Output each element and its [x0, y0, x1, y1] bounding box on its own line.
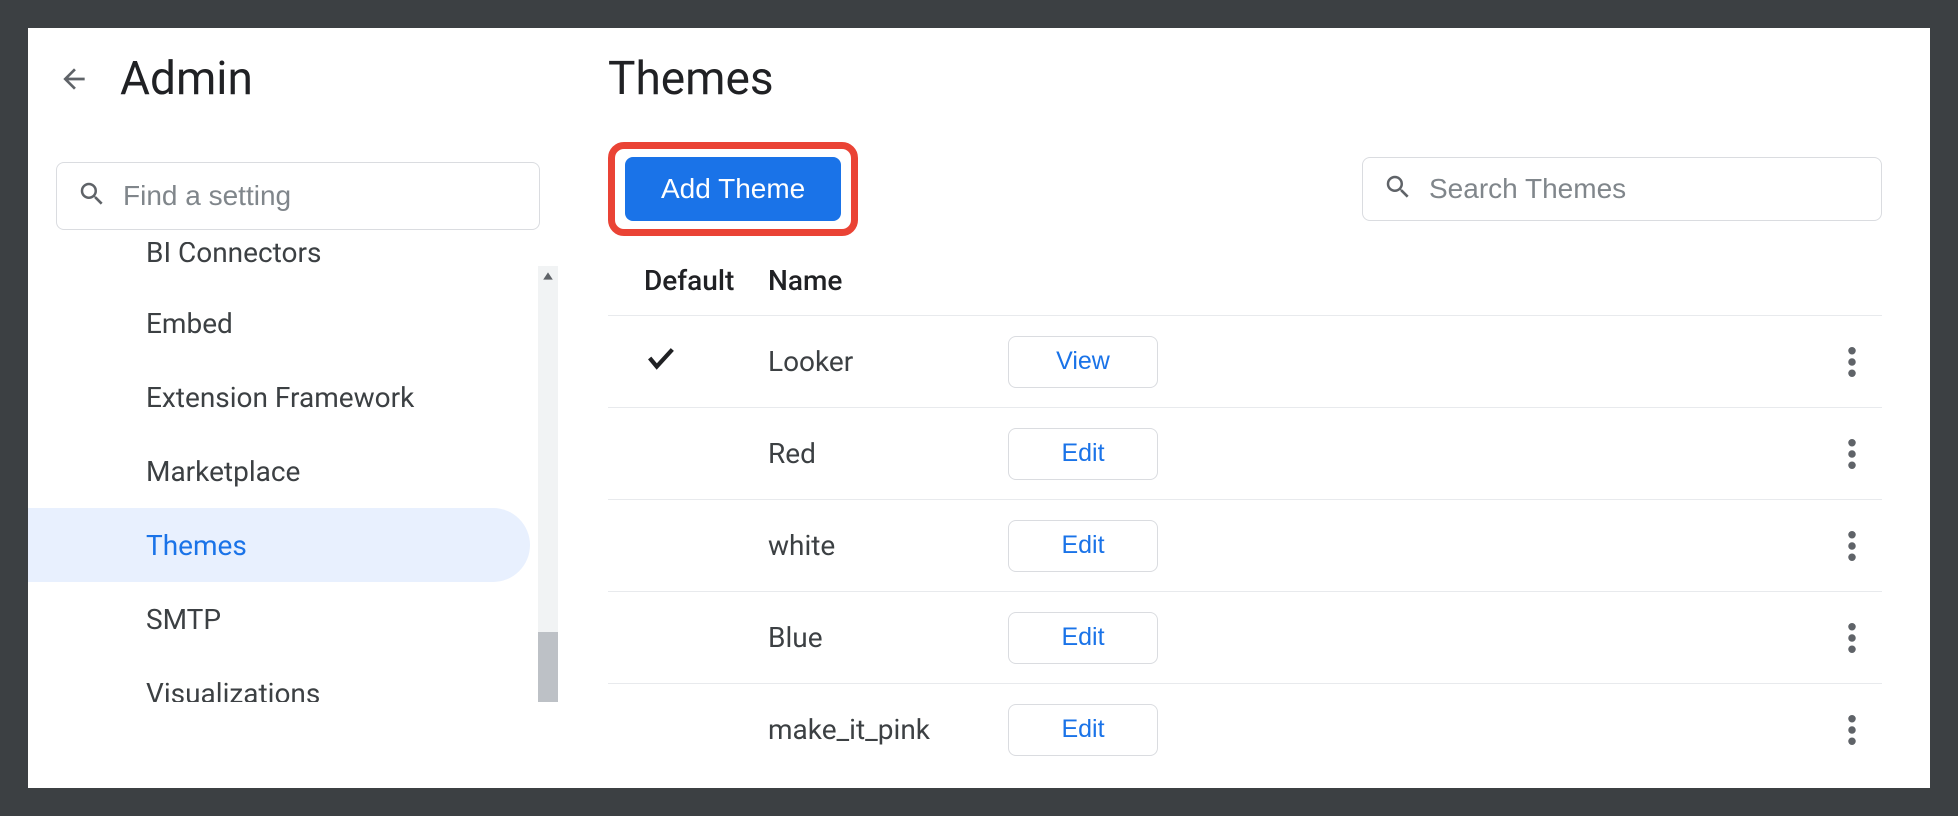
cell-action: Edit [1008, 520, 1208, 572]
table-row: make_it_pinkEdit [608, 683, 1882, 775]
row-menu [1822, 342, 1882, 382]
search-icon [1383, 172, 1413, 206]
cell-default [608, 341, 768, 382]
sidebar-item-visualizations[interactable]: Visualizations [28, 656, 530, 702]
kebab-icon[interactable] [1822, 710, 1882, 750]
kebab-icon[interactable] [1822, 434, 1882, 474]
table-row: whiteEdit [608, 499, 1882, 591]
sidebar-item-themes[interactable]: Themes [28, 508, 530, 582]
kebab-icon[interactable] [1822, 342, 1882, 382]
col-header-default: Default [608, 264, 768, 297]
sidebar-item-bi-connectors[interactable]: BI Connectors [28, 242, 530, 286]
sidebar-title: Admin [120, 52, 253, 106]
cell-action: Edit [1008, 428, 1208, 480]
sidebar-item-label: Embed [146, 307, 233, 340]
sidebar-nav-list: BI Connectors Embed Extension Framework Mar… [28, 242, 558, 702]
sidebar-item-embed[interactable]: Embed [28, 286, 530, 360]
cell-name: Blue [768, 621, 1008, 654]
scrollbar[interactable] [538, 266, 558, 702]
admin-window: Admin BI Connectors Embed Extension Framew… [28, 28, 1930, 788]
table-row: LookerView [608, 315, 1882, 407]
row-menu [1822, 526, 1882, 566]
scroll-up-icon[interactable] [538, 266, 558, 286]
edit-button[interactable]: Edit [1008, 428, 1158, 480]
sidebar-header: Admin [28, 52, 568, 106]
back-arrow-icon[interactable] [56, 61, 92, 97]
view-button[interactable]: View [1008, 336, 1158, 388]
check-icon [644, 349, 678, 382]
cell-name: white [768, 529, 1008, 562]
table-row: RedEdit [608, 407, 1882, 499]
sidebar-item-extension-framework[interactable]: Extension Framework [28, 360, 530, 434]
sidebar-item-label: BI Connectors [146, 242, 321, 264]
row-menu [1822, 710, 1882, 750]
cell-action: Edit [1008, 612, 1208, 664]
sidebar-nav-scroll: BI Connectors Embed Extension Framework Mar… [28, 242, 558, 702]
table-header: Default Name [608, 264, 1882, 315]
sidebar-item-label: Marketplace [146, 455, 300, 488]
action-row: Add Theme [608, 142, 1882, 236]
row-menu [1822, 618, 1882, 658]
kebab-icon[interactable] [1822, 526, 1882, 566]
edit-button[interactable]: Edit [1008, 612, 1158, 664]
cell-name: Red [768, 437, 1008, 470]
search-themes-input[interactable] [1429, 173, 1861, 205]
sidebar-item-smtp[interactable]: SMTP [28, 582, 530, 656]
sidebar: Admin BI Connectors Embed Extension Framew… [28, 28, 568, 788]
add-theme-button[interactable]: Add Theme [625, 157, 841, 221]
search-icon [77, 179, 107, 213]
cell-action: View [1008, 336, 1208, 388]
search-themes-box[interactable] [1362, 157, 1882, 221]
sidebar-item-label: SMTP [146, 603, 221, 636]
row-menu [1822, 434, 1882, 474]
sidebar-item-label: Themes [146, 529, 247, 562]
sidebar-item-marketplace[interactable]: Marketplace [28, 434, 530, 508]
scroll-thumb[interactable] [538, 632, 558, 702]
col-header-name: Name [768, 264, 1008, 297]
main-content: Themes Add Theme Default Name LookerView… [568, 28, 1930, 788]
add-theme-highlight: Add Theme [608, 142, 858, 236]
sidebar-item-label: Visualizations [146, 677, 320, 703]
sidebar-item-label: Extension Framework [146, 381, 414, 414]
cell-action: Edit [1008, 704, 1208, 756]
edit-button[interactable]: Edit [1008, 520, 1158, 572]
kebab-icon[interactable] [1822, 618, 1882, 658]
cell-name: make_it_pink [768, 713, 1008, 746]
table-row: BlueEdit [608, 591, 1882, 683]
edit-button[interactable]: Edit [1008, 704, 1158, 756]
find-setting-search[interactable] [56, 162, 540, 230]
table-body: LookerViewRedEditwhiteEditBlueEditmake_i… [608, 315, 1882, 775]
find-setting-input[interactable] [123, 180, 519, 212]
cell-name: Looker [768, 345, 1008, 378]
page-title: Themes [608, 52, 1882, 106]
themes-table: Default Name LookerViewRedEditwhiteEditB… [608, 264, 1882, 775]
